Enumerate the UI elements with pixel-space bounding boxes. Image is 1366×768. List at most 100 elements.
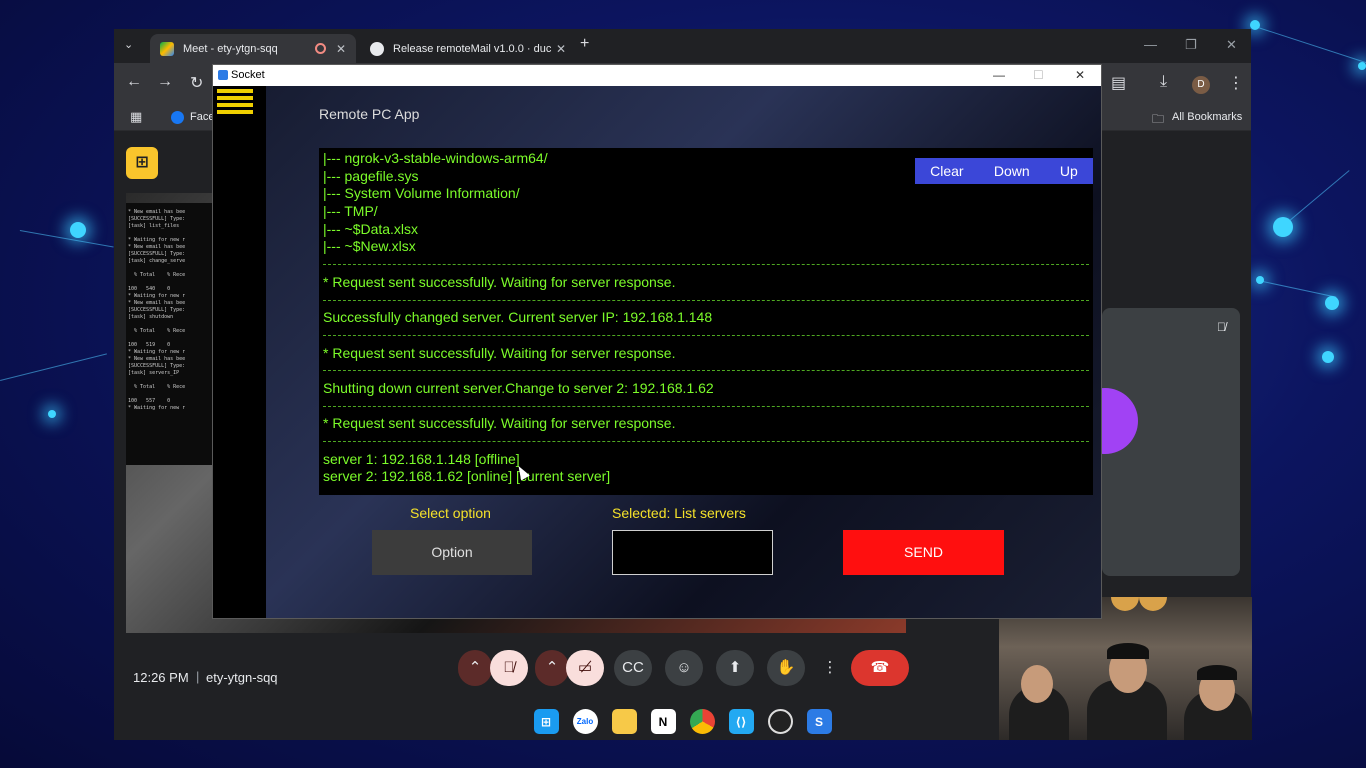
- close-tab-icon[interactable]: ✕: [556, 42, 566, 56]
- terminal-controls: Clear Down Up: [915, 158, 1093, 184]
- terminal-separator: [323, 256, 1089, 274]
- present-screen-icon[interactable]: ⬆: [716, 650, 754, 686]
- option-button[interactable]: Option: [372, 530, 532, 575]
- terminal-line: Shutting down current server.Change to s…: [323, 379, 714, 396]
- maximize-icon[interactable]: ☐: [1033, 65, 1044, 86]
- tab-search-icon[interactable]: ⌄: [124, 38, 133, 51]
- console-line: * New email has bee: [128, 300, 186, 306]
- minimize-icon[interactable]: —: [993, 65, 1005, 86]
- console-line: * New email has bee: [128, 209, 186, 215]
- clear-button[interactable]: Clear: [930, 163, 963, 179]
- console-line: * New email has bee: [128, 356, 186, 362]
- forward-icon[interactable]: →: [157, 73, 173, 91]
- folder-icon: 🗀: [1152, 112, 1165, 126]
- terminal-line: * Request sent successfully. Waiting for…: [323, 415, 676, 432]
- notion-icon[interactable]: N: [650, 709, 676, 734]
- github-icon: [370, 41, 384, 56]
- console-line: % Total % Rece: [128, 384, 186, 390]
- minimize-icon[interactable]: —: [1144, 37, 1157, 52]
- terminal-line: Successfully changed server. Current ser…: [323, 309, 713, 326]
- terminal-output[interactable]: |--- ngrok-v3-stable-windows-arm64/|--- …: [319, 148, 1093, 495]
- command-input[interactable]: [612, 530, 773, 575]
- mic-off-icon[interactable]: 🎙̸: [490, 650, 528, 686]
- socket-body: Remote PC App |--- ngrok-v3-stable-windo…: [213, 86, 1101, 618]
- zalo-icon[interactable]: Zalo: [572, 709, 598, 734]
- terminal-line: |--- System Volume Information/: [323, 185, 520, 202]
- terminal-lines: |--- ngrok-v3-stable-windows-arm64/|--- …: [323, 150, 1089, 486]
- close-window-icon[interactable]: ✕: [1075, 65, 1085, 86]
- sidebar: [213, 86, 266, 618]
- new-tab-icon[interactable]: +: [580, 35, 589, 53]
- tab-meet[interactable]: Meet - ety-ytgn-sqq ✕: [150, 34, 356, 63]
- console-line: * New email has bee: [128, 244, 186, 250]
- close-tab-icon[interactable]: ✕: [336, 42, 346, 56]
- reload-icon[interactable]: ↻: [190, 73, 203, 93]
- socket-window: Socket — ☐ ✕ Remote PC App |--- ngrok-v3…: [212, 64, 1102, 619]
- meet-activity-icon[interactable]: ⊞: [126, 147, 158, 179]
- download-icon[interactable]: ⤓: [1160, 73, 1167, 91]
- windows-start-icon[interactable]: ⊞: [533, 709, 559, 734]
- facebook-icon: [171, 111, 184, 124]
- terminal-separator: [323, 327, 1089, 345]
- terminal-separator: [323, 362, 1089, 380]
- terminal-line: |--- ~$New.xlsx: [323, 238, 416, 255]
- console-line: [task] change_serve: [128, 258, 186, 264]
- mic-options-button[interactable]: ⌃: [458, 650, 492, 686]
- console-line: [SUCCESSFULL] Type:: [128, 363, 186, 369]
- terminal-separator: [323, 398, 1089, 416]
- obs-icon[interactable]: [767, 709, 793, 734]
- raise-hand-icon[interactable]: ✋: [767, 650, 805, 686]
- recording-icon: [314, 43, 326, 54]
- meeting-time: 12:26 PM: [133, 670, 189, 685]
- windows-taskbar: ⊞ Zalo N ⟨⟩ S: [114, 703, 1251, 740]
- more-options-icon[interactable]: ⋮: [818, 650, 842, 686]
- console-line: [task] servers_IP: [128, 370, 180, 376]
- meet-control-bar: 12:26 PM | ety-ytgn-sqq ⌃ 🎙̸ ⌃ ▭̸ CC ☺ ⬆…: [114, 643, 1251, 703]
- scroll-up-button[interactable]: Up: [1060, 163, 1078, 179]
- more-menu-icon[interactable]: ⋮: [1228, 73, 1244, 93]
- all-bookmarks[interactable]: All Bookmarks: [1172, 111, 1242, 123]
- captions-icon[interactable]: CC: [614, 650, 652, 686]
- camera-off-icon[interactable]: ▭̸: [566, 650, 604, 686]
- camera-options-button[interactable]: ⌃: [535, 650, 569, 686]
- close-window-icon[interactable]: ✕: [1226, 37, 1237, 53]
- console-line: * Waiting for new r: [128, 293, 186, 299]
- console-line: [task] list_files: [128, 223, 180, 229]
- muted-mic-icon: 🎙̸: [1217, 320, 1226, 334]
- console-line: 100 557 0: [128, 398, 171, 404]
- socket-app-taskbar-icon[interactable]: S: [806, 709, 832, 734]
- terminal-line: |--- ~$Data.xlsx: [323, 220, 419, 237]
- maximize-icon[interactable]: ❐: [1185, 37, 1197, 53]
- tab-github-label: Release remoteMail v1.0.0 · duc: [393, 42, 552, 55]
- lamp-decor: [1111, 597, 1139, 611]
- console-line: * Waiting for new r: [128, 405, 186, 411]
- console-line: [SUCCESSFULL] Type:: [128, 251, 186, 257]
- send-button[interactable]: SEND: [843, 530, 1004, 575]
- file-explorer-icon[interactable]: [611, 709, 637, 734]
- terminal-line: |--- TMP/: [323, 203, 378, 220]
- profile-avatar[interactable]: D: [1192, 76, 1210, 94]
- vscode-icon[interactable]: ⟨⟩: [728, 709, 754, 734]
- back-icon[interactable]: ←: [126, 73, 142, 91]
- participant-avatar: [1102, 388, 1138, 454]
- scroll-down-button[interactable]: Down: [994, 163, 1030, 179]
- bookmark-facebook[interactable]: Face: [190, 111, 214, 123]
- leave-call-icon[interactable]: ☎: [851, 650, 909, 686]
- terminal-line: server 2: 192.168.1.62 [online] [current…: [323, 468, 611, 485]
- console-line: * Waiting for new r: [128, 349, 186, 355]
- emoji-icon[interactable]: ☺: [665, 650, 703, 686]
- reading-list-icon[interactable]: ▤: [1111, 73, 1126, 93]
- console-line: [SUCCESSFULL] Type:: [128, 307, 186, 313]
- apps-grid-icon[interactable]: ▦: [130, 109, 142, 125]
- socket-logo-icon: [218, 70, 228, 80]
- tab-github-release[interactable]: Release remoteMail v1.0.0 · duc ✕: [360, 34, 576, 63]
- console-line: * Waiting for new r: [128, 237, 186, 243]
- console-line: [task] shutdown: [128, 314, 174, 320]
- chrome-icon[interactable]: [689, 709, 715, 734]
- app-title: Remote PC App: [319, 106, 420, 122]
- tab-strip: ⌄ Meet - ety-ytgn-sqq ✕ Release remoteMa…: [114, 29, 1251, 63]
